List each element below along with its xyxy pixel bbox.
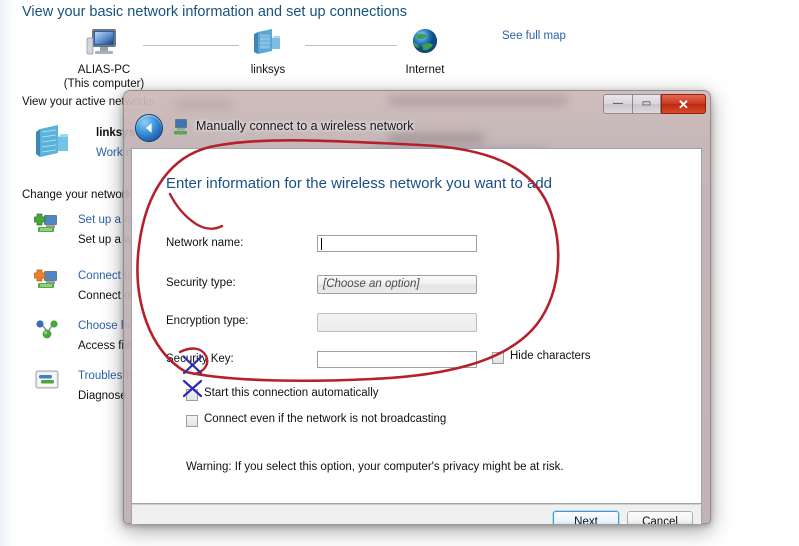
computer-icon: [84, 26, 124, 60]
globe-icon: [405, 26, 445, 60]
network-name-input[interactable]: [317, 235, 477, 252]
security-type-label: Security type:: [166, 277, 236, 289]
network-map-node-label: linksys: [250, 64, 286, 76]
start-connection-automatically-label: Start this connection automatically: [204, 387, 379, 399]
network-router-icon: [248, 26, 288, 60]
dialog-heading: Enter information for the wireless netwo…: [166, 175, 553, 192]
dialog-content-pane: Enter information for the wireless netwo…: [131, 148, 702, 504]
network-map-node-label: ALIAS-PC: [77, 64, 131, 76]
network-map-node-label: Internet: [405, 64, 445, 76]
connect-even-if-not-broadcasting-checkbox[interactable]: [186, 415, 198, 427]
security-key-label: Security Key:: [166, 353, 234, 365]
start-connection-automatically-checkbox[interactable]: [186, 389, 198, 401]
dialog-title: Manually connect to a wireless network: [196, 119, 414, 133]
encryption-type-dropdown: [317, 313, 477, 332]
security-type-dropdown[interactable]: [Choose an option]: [317, 275, 477, 294]
privacy-warning-text: Warning: If you select this option, your…: [186, 461, 564, 473]
minimize-icon: —: [613, 98, 623, 109]
back-arrow-icon[interactable]: [135, 114, 163, 142]
network-name-label: Network name:: [166, 237, 244, 249]
maximize-button[interactable]: ▭: [632, 94, 661, 114]
glass-bleed-1: [388, 96, 568, 105]
see-full-map-link[interactable]: See full map: [502, 30, 566, 42]
set-up-connection-icon: [33, 212, 60, 236]
connect-even-if-not-broadcasting-label: Connect even if the network is not broad…: [204, 413, 447, 425]
encryption-type-label: Encryption type:: [166, 315, 249, 327]
hide-characters-checkbox[interactable]: [492, 352, 504, 364]
minimize-button[interactable]: —: [603, 94, 632, 114]
window-control-buttons: — ▭ ✕: [603, 94, 706, 114]
dialog-titlebar[interactable]: Manually connect to a wireless network —…: [123, 90, 711, 152]
cancel-button[interactable]: Cancel: [627, 511, 693, 524]
network-map-node-internet[interactable]: Internet: [370, 26, 480, 77]
next-button[interactable]: Next: [553, 511, 619, 524]
text-caret: [321, 238, 322, 250]
hide-characters-label: Hide characters: [510, 350, 591, 362]
manually-connect-wireless-dialog: Manually connect to a wireless network —…: [123, 90, 711, 524]
troubleshoot-icon: [34, 368, 60, 392]
close-button[interactable]: ✕: [661, 94, 706, 114]
network-map-node-computer[interactable]: ALIAS-PC (This computer): [49, 26, 159, 91]
glass-bleed-3: [388, 134, 484, 143]
close-icon: ✕: [678, 96, 689, 112]
network-map-node-sublabel: (This computer): [63, 78, 145, 90]
page-title: View your basic network information and …: [22, 4, 408, 20]
network-map-node-router[interactable]: linksys: [213, 26, 323, 77]
homegroup-icon: [34, 318, 60, 342]
security-key-input[interactable]: [317, 351, 477, 368]
network-servers-icon: [32, 123, 76, 161]
window-left-edge-strip: [0, 0, 13, 546]
wireless-network-icon: [171, 117, 191, 137]
connect-to-network-icon: [33, 268, 60, 292]
glass-bleed-2: [173, 100, 233, 108]
maximize-icon: ▭: [641, 98, 652, 109]
dialog-button-bar: Next Cancel: [131, 504, 702, 524]
